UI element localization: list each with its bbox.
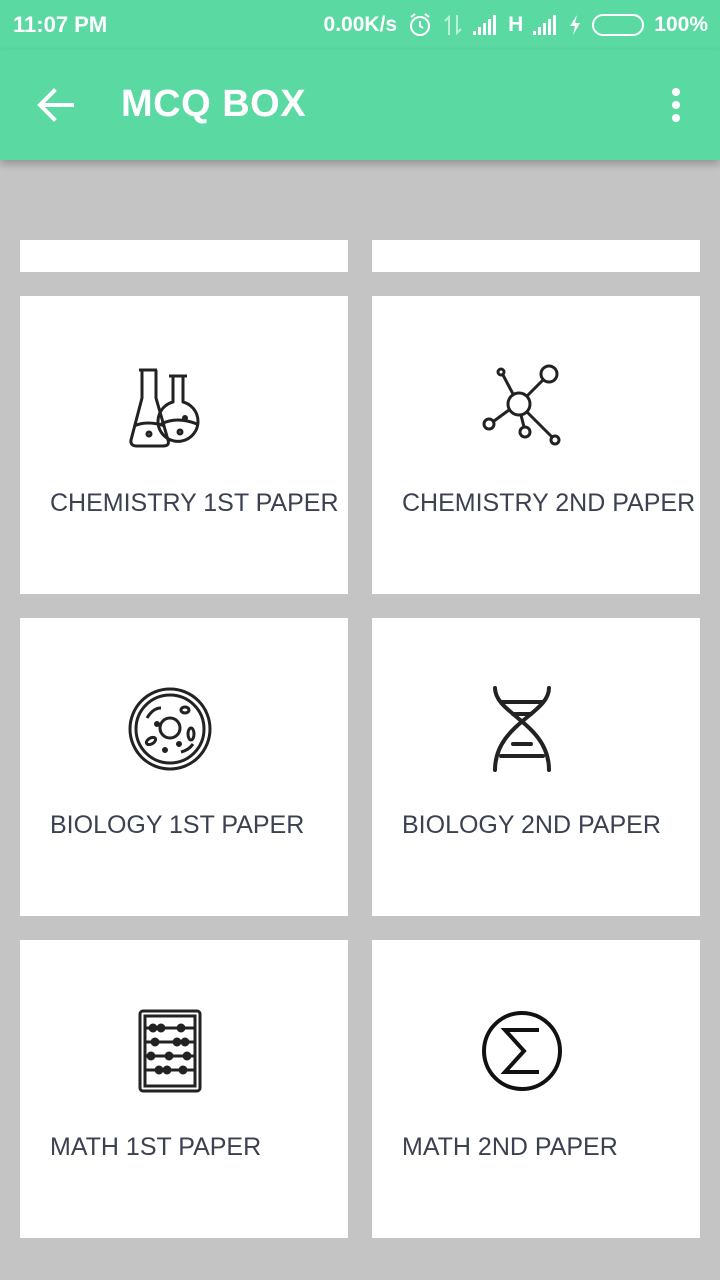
card-label: BIOLOGY 2ND PAPER [402, 811, 661, 839]
status-time: 11:07 PM [13, 12, 108, 37]
card-math-1st[interactable]: MATH 1ST PAPER [20, 940, 348, 1238]
flasks-icon [129, 368, 200, 448]
data-transfer-icon [444, 14, 462, 36]
card-partial-left[interactable] [20, 240, 348, 272]
signal-icon-2 [533, 15, 558, 35]
card-label: CHEMISTRY 1ST PAPER [50, 489, 339, 517]
more-vert-icon [672, 88, 680, 96]
card-label: BIOLOGY 1ST PAPER [50, 811, 305, 839]
dna-icon [493, 686, 551, 772]
card-label: MATH 1ST PAPER [50, 1133, 262, 1161]
battery-icon [592, 14, 645, 36]
status-icons: 0.00K/s H 100% [314, 12, 708, 38]
charging-icon [570, 15, 581, 35]
arrow-left-icon [37, 88, 74, 122]
molecule-icon [482, 364, 561, 446]
cell-icon [128, 687, 212, 771]
card-label: CHEMISTRY 2ND PAPER [402, 489, 696, 517]
abacus-icon [138, 1009, 202, 1093]
page-title: MCQ BOX [121, 83, 307, 125]
card-math-2nd[interactable]: MATH 2ND PAPER [372, 940, 700, 1238]
back-button[interactable] [34, 85, 78, 125]
card-biology-2nd[interactable]: BIOLOGY 2ND PAPER [372, 618, 700, 916]
network-type: H [508, 13, 524, 36]
card-chemistry-2nd[interactable]: CHEMISTRY 2ND PAPER [372, 296, 700, 594]
status-bar: 11:07 PM 0.00K/s H 100% [0, 0, 720, 50]
app-bar: MCQ BOX [0, 50, 720, 160]
card-biology-1st[interactable]: BIOLOGY 1ST PAPER [20, 618, 348, 916]
alarm-icon [410, 13, 431, 36]
overflow-menu-button[interactable] [660, 84, 692, 126]
card-label: MATH 2ND PAPER [402, 1133, 618, 1161]
sigma-icon [482, 1011, 562, 1091]
card-partial-right[interactable] [372, 240, 700, 272]
signal-icon [473, 15, 498, 35]
network-speed: 0.00K/s [323, 13, 398, 36]
battery-level: 100% [654, 13, 708, 36]
card-chemistry-1st[interactable]: CHEMISTRY 1ST PAPER [20, 296, 348, 594]
